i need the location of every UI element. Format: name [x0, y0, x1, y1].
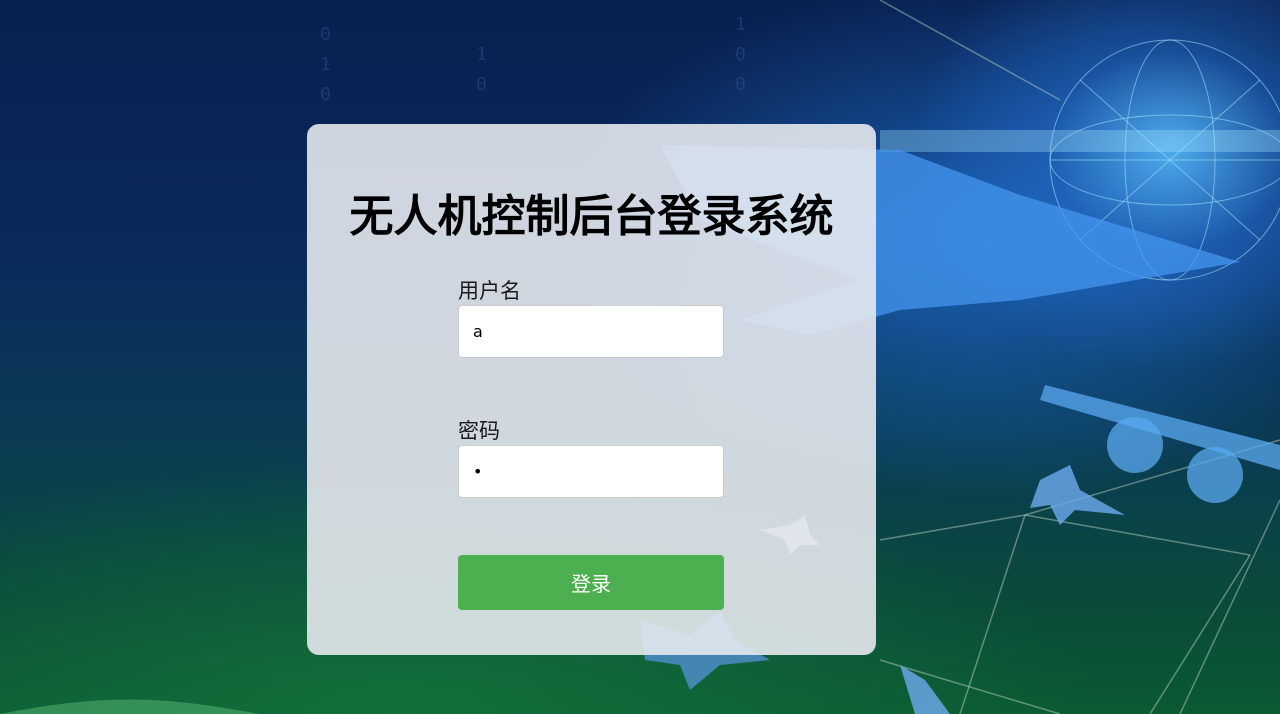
page-title: 无人机控制后台登录系统 — [349, 191, 834, 242]
username-input[interactable] — [458, 305, 724, 358]
password-label: 密码 — [458, 419, 500, 443]
svg-text:1: 1 — [476, 44, 487, 65]
login-card: 无人机控制后台登录系统 用户名 密码 登录 — [307, 124, 876, 655]
svg-text:1: 1 — [735, 14, 746, 35]
username-label: 用户名 — [458, 279, 521, 303]
svg-text:1: 1 — [320, 54, 331, 75]
svg-text:0: 0 — [735, 44, 746, 65]
password-input[interactable] — [458, 445, 724, 498]
login-button[interactable]: 登录 — [458, 555, 724, 610]
svg-text:0: 0 — [735, 74, 746, 95]
svg-text:0: 0 — [320, 84, 331, 105]
svg-text:0: 0 — [476, 74, 487, 95]
svg-text:0: 0 — [320, 24, 331, 45]
